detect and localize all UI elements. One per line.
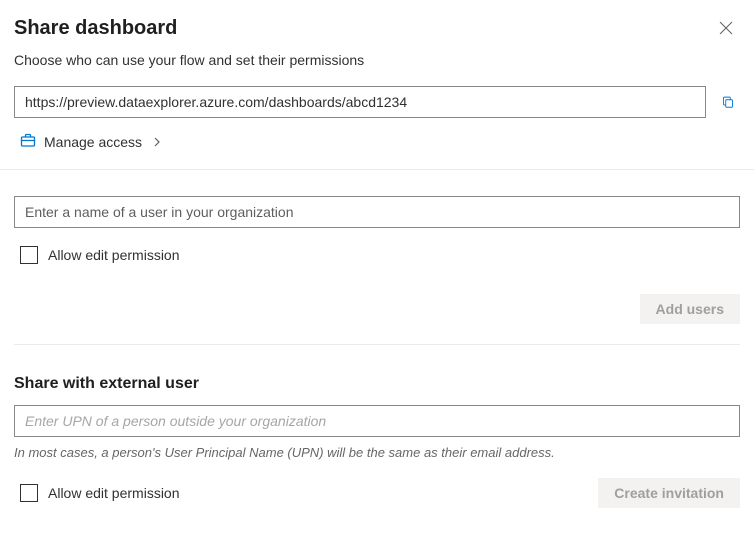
copy-icon	[722, 94, 734, 110]
dialog-title: Share dashboard	[14, 17, 177, 40]
divider	[0, 169, 754, 170]
dialog-header: Share dashboard	[14, 14, 740, 42]
upn-hint: In most cases, a person's User Principal…	[14, 445, 740, 460]
allow-edit-checkbox-internal[interactable]	[20, 246, 38, 264]
allow-edit-label-internal: Allow edit permission	[48, 247, 180, 263]
allow-edit-row-internal: Allow edit permission	[20, 246, 740, 264]
share-url-row	[14, 86, 740, 118]
manage-access-link[interactable]: Manage access	[20, 132, 740, 151]
allow-edit-checkbox-external[interactable]	[20, 484, 38, 502]
divider	[14, 344, 740, 345]
external-upn-input[interactable]	[14, 405, 740, 437]
chevron-right-icon	[152, 134, 162, 150]
add-users-button[interactable]: Add users	[640, 294, 740, 324]
share-dashboard-dialog: Share dashboard Choose who can use your …	[0, 0, 754, 526]
allow-edit-row-external: Allow edit permission	[20, 484, 180, 502]
allow-edit-label-external: Allow edit permission	[48, 485, 180, 501]
copy-url-button[interactable]	[716, 90, 740, 114]
close-icon	[719, 21, 733, 35]
share-url-input[interactable]	[14, 86, 706, 118]
add-users-row: Add users	[14, 294, 740, 324]
dialog-subtitle: Choose who can use your flow and set the…	[14, 52, 740, 68]
close-button[interactable]	[712, 14, 740, 42]
org-user-input[interactable]	[14, 196, 740, 228]
external-section-title: Share with external user	[14, 375, 740, 393]
briefcase-icon	[20, 132, 36, 151]
create-invitation-button[interactable]: Create invitation	[598, 478, 740, 508]
external-bottom-row: Allow edit permission Create invitation	[14, 478, 740, 508]
manage-access-label: Manage access	[44, 134, 142, 150]
